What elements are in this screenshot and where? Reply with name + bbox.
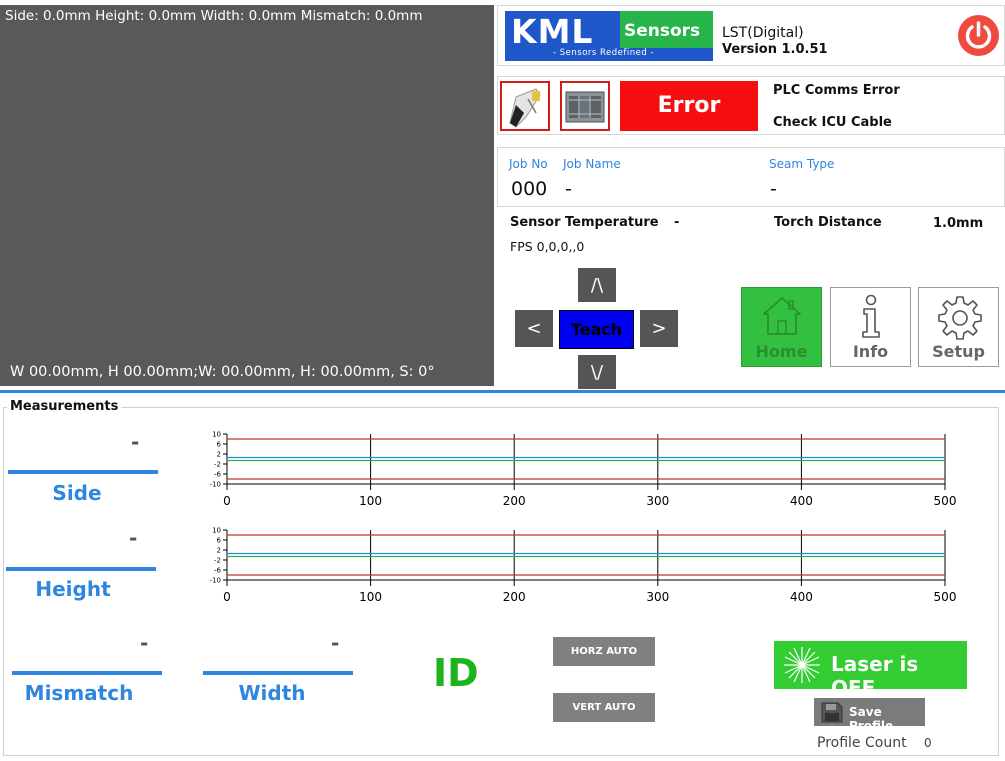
save-profile-label: Save Profile bbox=[849, 705, 894, 733]
profile-count-label: Profile Count bbox=[817, 735, 907, 751]
fps-readout: FPS 0,0,0,,0 bbox=[510, 239, 585, 254]
sensor-temperature-value: - bbox=[674, 215, 680, 230]
height-label: Height bbox=[35, 577, 111, 601]
chart-y-tick-label: 2 bbox=[217, 547, 221, 555]
side-label: Side bbox=[52, 481, 102, 505]
width-value: - bbox=[331, 631, 340, 655]
setup-button[interactable]: Setup bbox=[918, 287, 999, 367]
jog-down-button[interactable]: \/ bbox=[578, 355, 616, 389]
jog-right-button[interactable]: > bbox=[640, 310, 678, 347]
jog-left-button[interactable]: < bbox=[515, 310, 553, 347]
error-message-line1: PLC Comms Error bbox=[773, 83, 900, 98]
camera-top-overlay: Side: 0.0mm Height: 0.0mm Width: 0.0mm M… bbox=[5, 8, 423, 24]
height-bar bbox=[6, 567, 156, 571]
side-chart: 0 100 200 300 400 500 10 6 2 -2 -6 -10 bbox=[210, 431, 957, 509]
power-button[interactable] bbox=[958, 15, 999, 56]
mismatch-bar bbox=[12, 671, 162, 675]
home-button[interactable]: Home bbox=[741, 287, 822, 367]
chart-x-tick-label: 300 bbox=[646, 590, 669, 604]
floppy-disk-icon bbox=[821, 702, 843, 723]
height-value: - bbox=[129, 526, 138, 550]
chart-y-tick-label: -10 bbox=[210, 577, 221, 585]
torch-distance-value: 1.0mm bbox=[933, 216, 984, 231]
sensor-temperature-label: Sensor Temperature bbox=[510, 215, 659, 230]
mismatch-value: - bbox=[140, 631, 149, 655]
job-name-label: Job Name bbox=[563, 157, 621, 171]
info-button-label: Info bbox=[852, 342, 889, 361]
chart-y-tick-label: -2 bbox=[214, 461, 221, 469]
power-icon bbox=[965, 21, 992, 49]
chart-x-tick-label: 100 bbox=[359, 590, 382, 604]
kml-sensors-logo: KML Sensors - Sensors Redefined - bbox=[505, 11, 713, 61]
error-indicator: Error bbox=[620, 81, 758, 131]
id-indicator: ID bbox=[433, 651, 479, 695]
logo-kml-text: KML bbox=[511, 12, 594, 51]
laser-status-label: Laser is OFF bbox=[831, 652, 919, 700]
chart-x-tick-label: 100 bbox=[359, 494, 382, 508]
chart-x-tick-label: 400 bbox=[790, 494, 813, 508]
chart-x-tick-label: 200 bbox=[503, 590, 526, 604]
logo-tagline: - Sensors Redefined - bbox=[553, 48, 655, 58]
seam-type-label: Seam Type bbox=[769, 157, 835, 171]
product-name: LST(Digital) bbox=[722, 25, 804, 41]
torch-distance-label: Torch Distance bbox=[774, 215, 882, 230]
horz-auto-button[interactable]: HORZ AUTO bbox=[553, 637, 655, 666]
chart-y-tick-label: 2 bbox=[217, 451, 221, 459]
chart-y-tick-label: 10 bbox=[212, 527, 221, 535]
error-message-line2: Check ICU Cable bbox=[773, 115, 892, 130]
vert-auto-button[interactable]: VERT AUTO bbox=[553, 693, 655, 722]
logo-sensors-text: Sensors bbox=[624, 21, 701, 41]
jog-up-button[interactable]: /\ bbox=[578, 268, 616, 302]
chart-y-tick-label: 10 bbox=[212, 431, 221, 439]
chart-y-tick-label: -6 bbox=[214, 567, 222, 575]
chart-x-tick-label: 400 bbox=[790, 590, 813, 604]
measurements-title: Measurements bbox=[7, 399, 122, 414]
job-name-value: - bbox=[565, 178, 572, 200]
chart-y-tick-label: -2 bbox=[214, 557, 221, 565]
house-icon bbox=[763, 297, 801, 335]
chart-x-tick-label: 300 bbox=[646, 494, 669, 508]
laser-burst-icon bbox=[784, 647, 820, 683]
chart-x-tick-label: 200 bbox=[503, 494, 526, 508]
lst-app-window: Side: 0.0mm Height: 0.0mm Width: 0.0mm M… bbox=[0, 0, 1005, 761]
job-no-label: Job No bbox=[509, 157, 548, 171]
home-button-label: Home bbox=[755, 342, 808, 361]
job-no-value: 000 bbox=[511, 178, 548, 200]
camera-bottom-overlay: W 00.00mm, H 00.00mm;W: 00.00mm, H: 00.0… bbox=[10, 364, 435, 380]
chart-x-tick-label: 500 bbox=[934, 590, 957, 604]
chart-y-tick-label: 6 bbox=[217, 441, 222, 449]
chart-x-tick-label: 0 bbox=[223, 494, 231, 508]
save-profile-button[interactable]: Save Profile bbox=[814, 698, 925, 733]
mismatch-label: Mismatch bbox=[24, 681, 134, 705]
gear-icon bbox=[938, 296, 982, 340]
job-panel bbox=[497, 147, 1005, 207]
profile-count-value: 0 bbox=[924, 736, 932, 750]
chart-x-tick-label: 500 bbox=[934, 494, 957, 508]
info-button[interactable]: Info bbox=[830, 287, 911, 367]
side-bar bbox=[8, 470, 158, 474]
setup-button-label: Setup bbox=[932, 342, 985, 361]
side-value: - bbox=[131, 430, 140, 454]
width-label: Width bbox=[238, 681, 306, 705]
laser-sensor-icon[interactable] bbox=[500, 81, 550, 131]
version-label: Version 1.0.51 bbox=[722, 42, 828, 57]
plc-icon[interactable] bbox=[560, 81, 610, 131]
info-icon bbox=[862, 294, 880, 338]
width-bar bbox=[203, 671, 353, 675]
chart-y-tick-label: -10 bbox=[210, 481, 221, 489]
chart-x-tick-label: 0 bbox=[223, 590, 231, 604]
laser-toggle-button[interactable]: Laser is OFF bbox=[774, 641, 967, 700]
seam-type-value: - bbox=[770, 178, 777, 200]
chart-y-tick-label: -6 bbox=[214, 471, 222, 479]
camera-view[interactable]: Side: 0.0mm Height: 0.0mm Width: 0.0mm M… bbox=[0, 5, 494, 386]
teach-button[interactable]: Teach bbox=[559, 310, 634, 349]
chart-y-tick-label: 6 bbox=[217, 537, 222, 545]
section-divider bbox=[0, 390, 1005, 393]
height-chart: 0 100 200 300 400 500 10 6 2 -2 -6 -10 bbox=[210, 527, 957, 605]
